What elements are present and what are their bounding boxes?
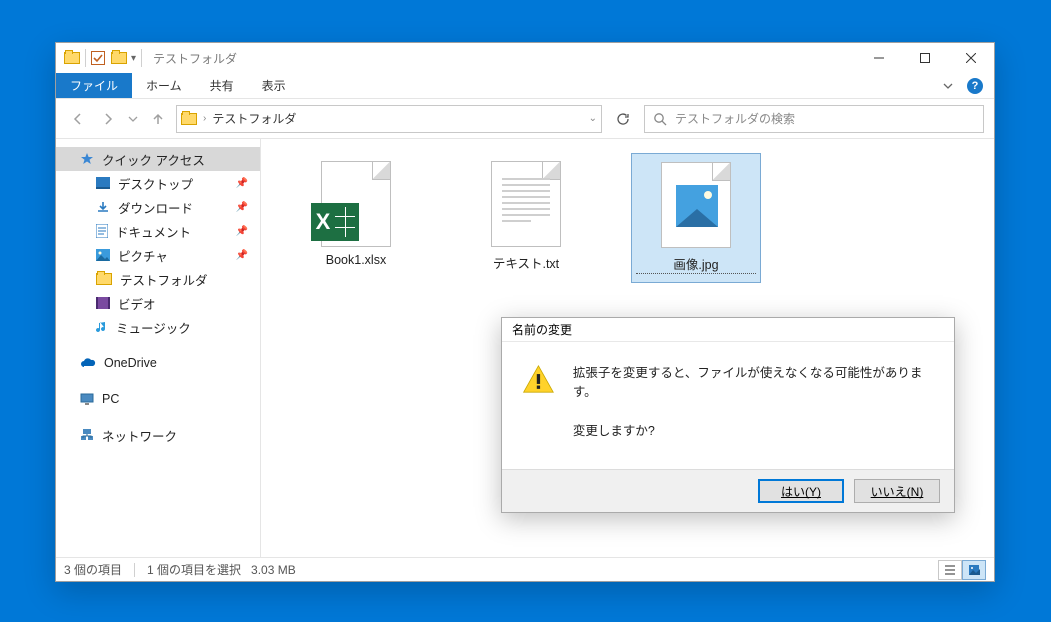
address-bar[interactable]: › テストフォルダ ⌄ xyxy=(176,105,602,133)
file-label: 画像.jpg xyxy=(636,254,756,274)
titlebar: ▾ テストフォルダ xyxy=(56,43,994,73)
button-label: いいえ(N) xyxy=(871,483,924,500)
status-item-count: 3 個の項目 xyxy=(64,561,122,578)
sidebar-pictures[interactable]: ピクチャ 📌 xyxy=(56,243,260,267)
tab-home[interactable]: ホーム xyxy=(132,73,196,98)
sidebar-network[interactable]: ネットワーク xyxy=(56,423,260,447)
status-selected-count: 1 個の項目を選択 xyxy=(147,561,241,578)
minimize-button[interactable] xyxy=(856,43,902,73)
up-button[interactable] xyxy=(146,105,170,133)
folder-icon xyxy=(181,111,197,127)
ribbon-expand-icon[interactable] xyxy=(934,73,962,98)
file-label: Book1.xlsx xyxy=(295,253,417,267)
sidebar-downloads[interactable]: ダウンロード 📌 xyxy=(56,195,260,219)
navigation-pane: クイック アクセス デスクトップ 📌 ダウンロード 📌 ドキュメント 📌 ピクチ… xyxy=(56,139,261,557)
sidebar-item-label: ネットワーク xyxy=(102,426,177,445)
sidebar-item-label: テストフォルダ xyxy=(120,270,208,289)
dialog-message-2: 変更しますか? xyxy=(573,420,934,439)
qat-checkbox-icon[interactable] xyxy=(91,51,105,65)
search-placeholder: テストフォルダの検索 xyxy=(675,110,795,127)
sidebar-pc[interactable]: PC xyxy=(56,387,260,411)
recent-dropdown-icon[interactable] xyxy=(126,105,140,133)
folder-icon-2 xyxy=(111,50,127,66)
dialog-title: 名前の変更 xyxy=(502,318,954,342)
txt-file-icon xyxy=(491,161,561,247)
close-button[interactable] xyxy=(948,43,994,73)
pin-icon: 📌 xyxy=(236,226,248,237)
tab-share[interactable]: 共有 xyxy=(196,73,248,98)
sidebar-item-label: デスクトップ xyxy=(118,174,193,193)
tab-file[interactable]: ファイル xyxy=(56,73,132,98)
details-view-button[interactable] xyxy=(938,560,962,580)
pin-icon: 📌 xyxy=(236,250,248,261)
rename-dialog: 名前の変更 拡張子を変更すると、ファイルが使えなくなる可能性があります。 変更し… xyxy=(501,317,955,513)
tab-view[interactable]: 表示 xyxy=(248,73,300,98)
file-item-txt[interactable]: テキスト.txt xyxy=(461,153,591,280)
ribbon-tabs: ファイル ホーム 共有 表示 ? xyxy=(56,73,994,99)
status-size: 3.03 MB xyxy=(251,563,296,577)
sidebar-item-label: ドキュメント xyxy=(116,222,191,241)
folder-icon xyxy=(64,50,80,66)
pin-icon: 📌 xyxy=(236,178,248,189)
dialog-yes-button[interactable]: はい(Y) xyxy=(758,479,844,503)
sidebar-item-label: ビデオ xyxy=(118,294,156,313)
dialog-no-button[interactable]: いいえ(N) xyxy=(854,479,940,503)
sidebar-item-label: ダウンロード xyxy=(118,198,193,217)
pin-icon: 📌 xyxy=(236,202,248,213)
back-button[interactable] xyxy=(66,105,90,133)
breadcrumb-chevron-icon[interactable]: › xyxy=(203,113,206,124)
sidebar-desktop[interactable]: デスクトップ 📌 xyxy=(56,171,260,195)
maximize-button[interactable] xyxy=(902,43,948,73)
search-box[interactable]: テストフォルダの検索 xyxy=(644,105,984,133)
sidebar-videos[interactable]: ビデオ xyxy=(56,291,260,315)
qat-dropdown-icon[interactable]: ▾ xyxy=(131,53,136,64)
sidebar-music[interactable]: ミュージック xyxy=(56,315,260,339)
help-button[interactable]: ? xyxy=(962,73,988,98)
dialog-message-1: 拡張子を変更すると、ファイルが使えなくなる可能性があります。 xyxy=(573,362,934,400)
status-bar: 3 個の項目 1 個の項目を選択 3.03 MB xyxy=(56,557,994,581)
download-icon xyxy=(96,200,110,214)
window-title: テストフォルダ xyxy=(153,50,237,67)
image-file-icon xyxy=(661,162,731,248)
file-item-xlsx[interactable]: X Book1.xlsx xyxy=(291,153,421,275)
warning-icon xyxy=(522,362,555,396)
folder-icon xyxy=(96,271,112,287)
forward-button[interactable] xyxy=(96,105,120,133)
xlsx-file-icon: X xyxy=(321,161,391,247)
button-label: はい(Y) xyxy=(781,483,821,500)
sidebar-quick-access[interactable]: クイック アクセス xyxy=(56,147,260,171)
pc-icon xyxy=(80,392,94,406)
sidebar-test-folder[interactable]: テストフォルダ xyxy=(56,267,260,291)
pictures-icon xyxy=(96,249,110,261)
music-icon xyxy=(96,320,108,334)
file-label: テキスト.txt xyxy=(465,253,587,272)
sidebar-item-label: ピクチャ xyxy=(118,246,168,265)
search-icon xyxy=(653,112,667,126)
refresh-button[interactable] xyxy=(608,105,638,133)
desktop-icon xyxy=(96,177,110,189)
sidebar-item-label: ミュージック xyxy=(116,318,191,337)
file-pane[interactable]: X Book1.xlsx テキスト.txt xyxy=(261,139,994,557)
sidebar-documents[interactable]: ドキュメント 📌 xyxy=(56,219,260,243)
sidebar-item-label: クイック アクセス xyxy=(102,150,205,169)
breadcrumb-current[interactable]: テストフォルダ xyxy=(212,110,296,127)
file-item-jpg[interactable]: 画像.jpg xyxy=(631,153,761,283)
explorer-window: ▾ テストフォルダ ファイル ホーム 共有 表示 ? › テストフォルダ xyxy=(55,42,995,582)
video-icon xyxy=(96,297,110,309)
star-icon xyxy=(80,152,94,166)
sidebar-item-label: PC xyxy=(102,392,119,406)
sidebar-onedrive[interactable]: OneDrive xyxy=(56,351,260,375)
sidebar-item-label: OneDrive xyxy=(104,356,157,370)
document-icon xyxy=(96,224,108,238)
onedrive-icon xyxy=(80,357,96,369)
address-dropdown-icon[interactable]: ⌄ xyxy=(589,113,597,124)
navigation-bar: › テストフォルダ ⌄ テストフォルダの検索 xyxy=(56,99,994,139)
network-icon xyxy=(80,428,94,442)
thumbnails-view-button[interactable] xyxy=(962,560,986,580)
